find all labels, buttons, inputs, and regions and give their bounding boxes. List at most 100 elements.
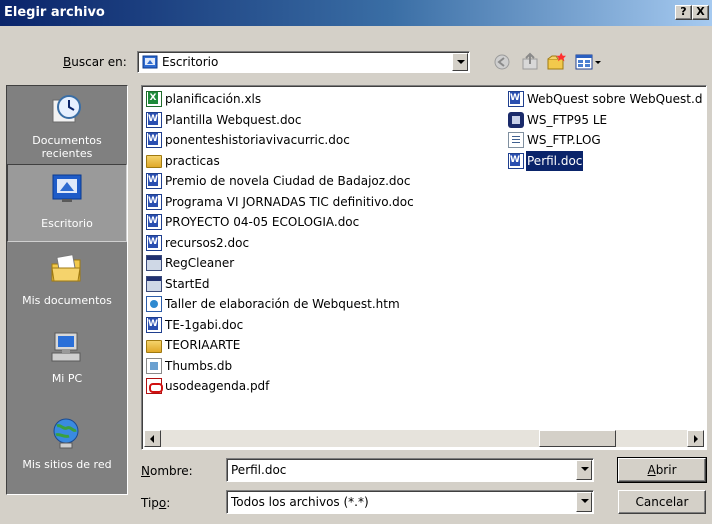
place-label: Documentos recientes [32, 134, 102, 160]
window-title: Elegir archivo [4, 5, 105, 20]
file-name: StartEd [165, 276, 210, 291]
file-name: recursos2.doc [165, 235, 250, 250]
file-name: TE-1gabi.doc [165, 317, 244, 332]
help-button[interactable]: ? [675, 5, 692, 20]
word-file-icon [146, 111, 162, 128]
list-item[interactable]: WS_FTP95 LE [508, 110, 706, 131]
file-name: Plantilla Webquest.doc [165, 112, 302, 127]
file-column-1: planificación.xls Plantilla Webquest.doc… [146, 89, 415, 397]
filename-dropdown-arrow[interactable] [576, 460, 592, 480]
file-name: Taller de elaboración de Webquest.htm [165, 297, 400, 312]
log-file-icon [508, 132, 524, 149]
new-folder-icon[interactable] [546, 51, 568, 73]
word-file-icon [146, 316, 162, 333]
recent-documents-icon [52, 95, 81, 123]
file-name: Programa VI JORNADAS TIC definitivo.doc [165, 194, 414, 209]
open-button-rest: brir [655, 463, 677, 477]
list-item[interactable]: usodeagenda.pdf [146, 376, 415, 397]
file-name: Perfil.doc [524, 149, 585, 171]
list-item[interactable]: recursos2.doc [146, 233, 415, 254]
network-places-icon [53, 418, 79, 449]
list-item[interactable]: PROYECTO 04-05 ECOLOGIA.doc [146, 212, 415, 233]
filetype-label-rest: : [166, 496, 171, 510]
filename-label-rest: ombre: [149, 464, 193, 478]
list-item[interactable]: StartEd [146, 274, 415, 295]
lookin-combobox[interactable]: Escritorio [137, 51, 470, 73]
filetype-label-prefix: Tip [141, 496, 159, 510]
place-my-computer[interactable]: Mi PC [7, 324, 127, 402]
file-name: WS_FTP.LOG [527, 133, 601, 148]
list-item[interactable]: WebQuest sobre WebQuest.d [508, 89, 706, 110]
excel-file-icon [146, 91, 162, 108]
html-file-icon [146, 296, 162, 313]
place-label: Mi PC [51, 372, 83, 385]
application-icon [146, 255, 162, 272]
lookin-label-rest: uscar en: [71, 55, 127, 69]
database-file-icon [146, 357, 162, 374]
list-item[interactable]: planificación.xls [146, 89, 415, 110]
file-name: Premio de novela Ciudad de Badajoz.doc [165, 174, 411, 189]
filetype-combobox[interactable]: Todos los archivos (*.*) [226, 490, 594, 514]
place-label: Escritorio [41, 217, 93, 230]
list-item[interactable]: Premio de novela Ciudad de Badajoz.doc [146, 171, 415, 192]
close-button[interactable]: X [692, 5, 709, 20]
folder-icon [146, 155, 162, 169]
place-my-documents[interactable]: Mis documentos [7, 246, 127, 324]
list-item[interactable]: Thumbs.db [146, 356, 415, 377]
up-folder-icon[interactable] [520, 51, 540, 73]
scroll-right-button[interactable] [687, 430, 704, 447]
word-file-icon [146, 132, 162, 149]
desktop-icon [52, 174, 82, 202]
list-item[interactable]: Programa VI JORNADAS TIC definitivo.doc [146, 192, 415, 213]
view-menu-icon[interactable] [574, 51, 604, 73]
filename-combobox[interactable]: Perfil.doc [226, 458, 594, 482]
desktop-icon [142, 55, 158, 69]
horizontal-scrollbar[interactable] [144, 430, 704, 447]
filetype-dropdown-arrow[interactable] [576, 492, 592, 512]
open-button[interactable]: Abrir [617, 457, 707, 483]
place-label: Mis sitios de red [22, 458, 112, 471]
list-item[interactable]: TEORIAARTE [146, 335, 415, 356]
list-item[interactable]: WS_FTP.LOG [508, 130, 706, 151]
file-name: RegCleaner [165, 256, 235, 271]
filetype-value: Todos los archivos (*.*) [231, 495, 369, 509]
place-recent-documents[interactable]: Documentos recientes [7, 86, 127, 164]
pdf-file-icon [146, 378, 163, 395]
lookin-label: Buscar en: [63, 55, 127, 69]
lookin-dropdown-arrow[interactable] [452, 53, 468, 71]
word-file-icon [146, 173, 162, 190]
scroll-left-button[interactable] [144, 430, 161, 447]
my-computer-icon [51, 332, 81, 362]
title-bar: Elegir archivo ? X [0, 0, 712, 26]
place-label: Mis documentos [22, 294, 112, 307]
file-name: usodeagenda.pdf [165, 379, 270, 394]
list-item[interactable]: practicas [146, 151, 415, 172]
word-file-icon [146, 234, 162, 251]
file-column-2: WebQuest sobre WebQuest.d WS_FTP95 LE WS… [508, 89, 706, 171]
filename-label-key: N [141, 464, 150, 478]
file-name: ponenteshistoriavivacurric.doc [165, 133, 350, 148]
file-list[interactable]: planificación.xls Plantilla Webquest.doc… [141, 85, 707, 450]
place-desktop[interactable]: Escritorio [7, 164, 127, 242]
file-name: WS_FTP95 LE [527, 112, 608, 127]
list-item[interactable]: Taller de elaboración de Webquest.htm [146, 294, 415, 315]
place-network[interactable]: Mis sitios de red [7, 410, 127, 488]
word-file-icon [508, 91, 524, 108]
places-bar: Documentos recientes Escritorio Mis docu… [6, 85, 128, 495]
filename-label: Nombre: [141, 464, 193, 478]
cancel-button[interactable]: Cancelar [618, 490, 706, 514]
list-item-selected[interactable]: Perfil.doc [508, 149, 706, 171]
list-item[interactable]: Plantilla Webquest.doc [146, 110, 415, 131]
application-icon [146, 275, 162, 292]
list-item[interactable]: TE-1gabi.doc [146, 315, 415, 336]
back-icon[interactable] [492, 51, 512, 73]
filename-value: Perfil.doc [231, 463, 287, 477]
folder-icon [146, 339, 162, 353]
list-item[interactable]: RegCleaner [146, 253, 415, 274]
list-item[interactable]: ponenteshistoriavivacurric.doc [146, 130, 415, 151]
file-name: Thumbs.db [165, 358, 233, 373]
filetype-label: Tipo: [141, 496, 170, 510]
lookin-value: Escritorio [162, 55, 219, 69]
scroll-thumb[interactable] [539, 430, 616, 447]
word-file-icon [146, 214, 162, 231]
